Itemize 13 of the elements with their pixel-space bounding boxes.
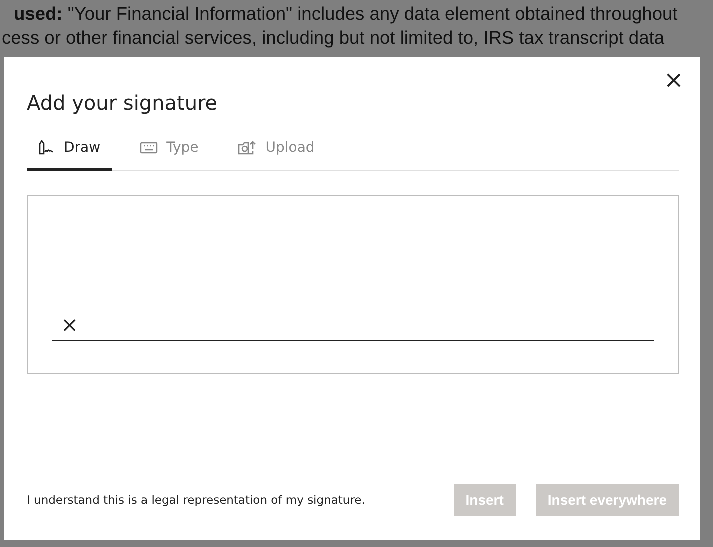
tab[interactable]: Type: [130, 132, 210, 171]
disclaimer-text: I understand this is a legal representation of my signature.: [27, 493, 366, 507]
sign-here-mark: ×: [61, 313, 79, 337]
tab[interactable]: Upload: [228, 132, 326, 171]
signature-pad[interactable]: ×: [27, 195, 679, 374]
document-text: used: "Your Financial Information" includes any data element obtained throughout: [14, 2, 678, 26]
dialog-title: Add your signature: [27, 90, 219, 117]
keyboard-icon: [140, 142, 158, 154]
camera-icon: [238, 140, 257, 156]
pen-icon: [37, 140, 55, 156]
close-button[interactable]: ×: [660, 67, 688, 93]
tab[interactable]: Draw: [27, 132, 112, 171]
document-text: cess or other financial services, including but not limited to, IRS tax transcript data: [2, 26, 664, 50]
